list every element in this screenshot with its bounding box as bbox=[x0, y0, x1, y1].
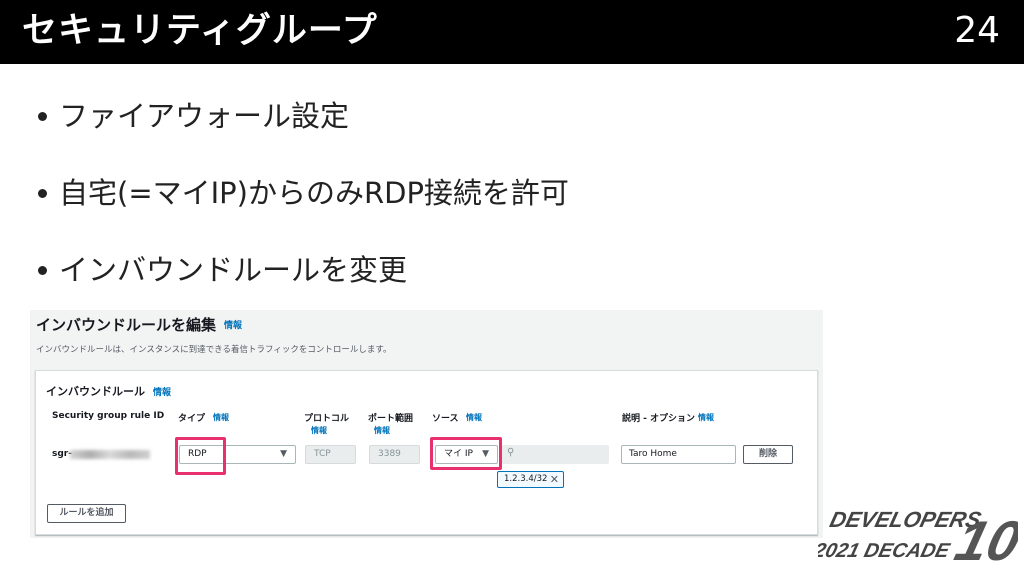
info-link[interactable]: 情報 bbox=[224, 318, 242, 331]
page-number: 24 bbox=[954, 10, 1000, 51]
page-heading-text: インバウンドルールを編集 bbox=[36, 316, 217, 334]
bullet-dot bbox=[38, 188, 47, 198]
description-input[interactable]: Taro Home bbox=[621, 445, 736, 464]
slide-title: セキュリティグループ bbox=[22, 11, 378, 51]
bullet-text: インバウンドルールを変更 bbox=[59, 253, 408, 287]
bullet-item: 自宅(=マイIP)からのみRDP接続を許可 bbox=[38, 175, 569, 211]
source-token: 1.2.3.4/32 ✕ bbox=[497, 471, 564, 488]
col-header-description: 説明 - オプション bbox=[622, 414, 696, 424]
bullet-item: インバウンドルールを変更 bbox=[38, 252, 407, 288]
col-header-type: タイプ bbox=[178, 414, 206, 424]
delete-button[interactable]: 削除 bbox=[743, 445, 793, 464]
search-icon: ⚲ bbox=[507, 447, 515, 458]
info-link[interactable]: 情報 bbox=[311, 425, 327, 436]
inbound-rules-panel: インバウンドルール 情報 Security group rule ID タイプ … bbox=[35, 370, 818, 535]
page-description: インバウンドルールは、インスタンスに到達できる着信トラフィックをコントロールしま… bbox=[36, 345, 392, 355]
bullet-dot bbox=[38, 265, 47, 275]
page-heading: インバウンドルールを編集 情報 bbox=[36, 314, 242, 335]
panel-title-text: インバウンドルール bbox=[46, 385, 145, 398]
col-header-source: ソース bbox=[432, 414, 459, 424]
source-search-input[interactable]: ⚲ bbox=[502, 445, 609, 464]
info-link[interactable]: 情報 bbox=[698, 412, 714, 423]
developers-io-logo: DEVELOPERS 2021 DECADE 10 bbox=[818, 507, 1018, 567]
highlight-box-source bbox=[430, 437, 502, 470]
protocol-field: TCP bbox=[305, 445, 356, 464]
source-token-value: 1.2.3.4/32 bbox=[504, 474, 548, 484]
col-header-port-range: ポート範囲 bbox=[368, 414, 414, 424]
logo-line2: 2021 DECADE bbox=[818, 540, 953, 562]
add-rule-button[interactable]: ルールを追加 bbox=[47, 504, 126, 523]
rule-id: sgr- bbox=[52, 449, 72, 459]
info-link[interactable]: 情報 bbox=[153, 385, 171, 398]
info-link[interactable]: 情報 bbox=[213, 412, 229, 423]
highlight-box-type bbox=[175, 437, 226, 475]
info-link[interactable]: 情報 bbox=[466, 412, 482, 423]
port-range-field: 3389 bbox=[369, 445, 420, 464]
col-header-protocol: プロトコル bbox=[304, 414, 350, 424]
caret-down-icon: ▼ bbox=[280, 449, 287, 459]
bullet-item: ファイアウォール設定 bbox=[38, 98, 349, 134]
console-screenshot: インバウンドルールを編集 情報 インバウンドルールは、インスタンスに到達できる着… bbox=[30, 310, 823, 538]
panel-title: インバウンドルール 情報 bbox=[46, 383, 171, 399]
close-icon[interactable]: ✕ bbox=[550, 472, 559, 487]
bullet-dot bbox=[38, 111, 47, 121]
slide-title-bar: セキュリティグループ 24 bbox=[0, 0, 1024, 64]
col-header-rule-id: Security group rule ID bbox=[52, 411, 165, 421]
bullet-text: 自宅(=マイIP)からのみRDP接続を許可 bbox=[59, 176, 569, 210]
rule-id-redacted bbox=[70, 450, 150, 459]
info-link[interactable]: 情報 bbox=[374, 425, 390, 436]
bullet-text: ファイアウォール設定 bbox=[59, 99, 350, 133]
